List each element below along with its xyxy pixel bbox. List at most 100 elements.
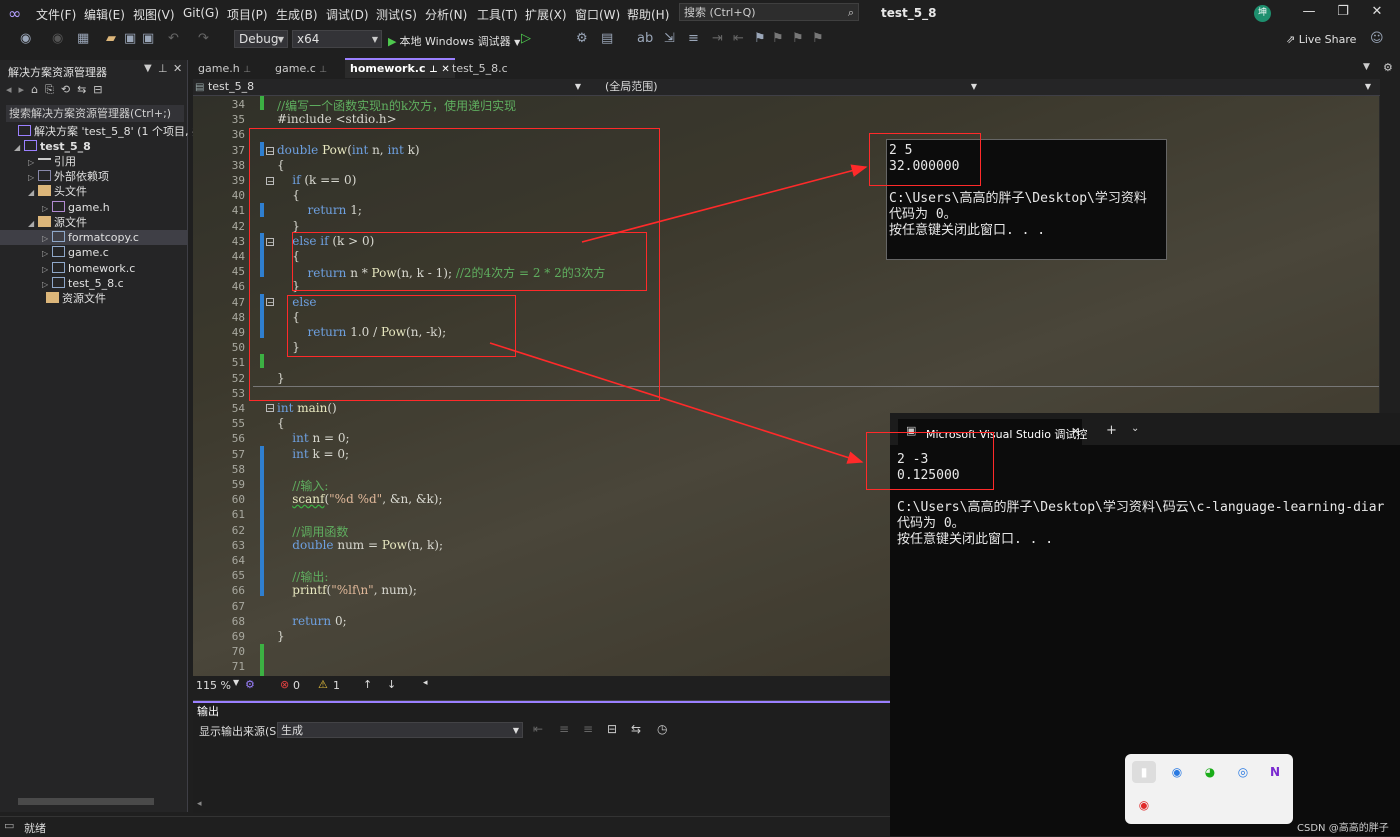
intellicode-icon[interactable]: ⚙ <box>245 678 255 691</box>
pin-icon[interactable]: ⊥ <box>243 65 251 75</box>
tab-game-c[interactable]: game.c ⊥ <box>270 60 332 78</box>
tab-test-5-8-c[interactable]: test_5_8.c <box>447 60 513 78</box>
expand-icon[interactable]: ▷ <box>42 231 52 246</box>
expand-icon[interactable]: ▷ <box>42 201 52 216</box>
fold-toggle-icon[interactable]: − <box>266 404 274 413</box>
tray-browser-icon[interactable]: ◉ <box>1165 761 1189 783</box>
pin-icon[interactable]: ⊥ <box>319 65 327 75</box>
menu-item[interactable]: 测试(S) <box>376 6 417 23</box>
code-line[interactable]: #include <stdio.h> <box>277 112 397 126</box>
feedback-icon[interactable]: ☺ <box>1370 31 1384 46</box>
menu-item[interactable]: 调试(D) <box>326 6 369 23</box>
menu-item[interactable]: 文件(F) <box>36 6 76 23</box>
close-window-button[interactable]: ✕ <box>1367 4 1387 19</box>
expand-icon[interactable]: ▷ <box>42 262 52 277</box>
tree-source-folder[interactable]: ◢ 源文件 <box>0 215 187 230</box>
open-folder-icon[interactable]: ▰ <box>106 31 116 46</box>
save-all-icon[interactable]: ▣ <box>142 31 154 46</box>
expand-icon[interactable]: ▷ <box>42 246 52 261</box>
output-source-select[interactable]: 生成 ▼ <box>277 722 523 738</box>
tree-file-test-5-8-c[interactable]: ▷ test_5_8.c <box>0 276 187 291</box>
zoom-dropdown-icon[interactable]: ▼ <box>233 678 239 687</box>
maximize-button[interactable]: ❐ <box>1333 4 1353 19</box>
avatar[interactable]: 坤 <box>1254 5 1271 22</box>
start-without-debugging-icon[interactable]: ▷ <box>521 31 531 46</box>
code-line[interactable]: { <box>277 416 285 430</box>
menu-item[interactable]: 分析(N) <box>425 6 467 23</box>
menu-item[interactable]: 帮助(H) <box>627 6 669 23</box>
history-icon[interactable]: ⟲ <box>61 83 70 96</box>
tree-project[interactable]: ◢ test_5_8 <box>0 139 187 154</box>
configuration-select[interactable]: Debug ▼ <box>234 30 288 48</box>
go-to-location-icon[interactable]: ⇤ <box>533 722 543 736</box>
dropdown-icon[interactable]: ▼ <box>144 63 152 74</box>
search-icon[interactable]: ⌕ <box>848 4 854 22</box>
tree-references[interactable]: ▷ 引用 <box>0 154 187 169</box>
back-icon[interactable]: ◂ <box>6 83 12 96</box>
tree-resource-folder[interactable]: 资源文件 <box>0 291 187 306</box>
code-line[interactable]: scanf("%d %d", &n, &k); <box>277 492 442 506</box>
timestamp-icon[interactable]: ◷ <box>657 722 667 736</box>
tray-search-icon[interactable]: ◎ <box>1231 761 1255 783</box>
error-icon[interactable]: ⊗ <box>280 678 289 691</box>
code-line[interactable]: int main() <box>277 401 337 415</box>
live-share-button[interactable]: ⇗ Live Share <box>1286 33 1356 46</box>
settings-icon[interactable]: ⚙ <box>1383 61 1393 74</box>
tray-wechat-icon[interactable]: ◕ <box>1198 761 1222 783</box>
menu-item[interactable]: 工具(T) <box>477 6 518 23</box>
undo-icon[interactable]: ↶ <box>168 31 179 46</box>
bookmark-icon[interactable]: ⚑ <box>754 31 766 46</box>
tree-file-formatcopy-c[interactable]: ▷ formatcopy.c <box>0 230 187 245</box>
close-panel-icon[interactable]: ✕ <box>173 62 182 75</box>
pin-icon[interactable]: ⊥ <box>158 62 168 75</box>
tree-header-folder[interactable]: ◢ 头文件 <box>0 184 187 199</box>
step-icon[interactable]: ⇲ <box>664 31 675 46</box>
sync-icon[interactable]: ⇆ <box>77 83 86 96</box>
menu-item[interactable]: 窗口(W) <box>575 6 620 23</box>
code-line[interactable]: printf("%lf\n", num); <box>277 583 417 597</box>
previous-issue-icon[interactable]: ↑ <box>363 678 372 691</box>
scroll-left-icon[interactable]: ◂ <box>197 799 202 809</box>
next-bookmark-icon[interactable]: ⚑ <box>792 31 804 46</box>
expand-icon[interactable]: ▷ <box>42 277 52 292</box>
tray-onenote-icon[interactable]: N <box>1263 761 1287 783</box>
horizontal-scrollbar[interactable] <box>18 798 154 805</box>
next-issue-icon[interactable]: ↓ <box>387 678 396 691</box>
menu-item[interactable]: 编辑(E) <box>84 6 125 23</box>
spell-check-icon[interactable]: ab <box>637 31 653 46</box>
clear-all-icon[interactable]: ⊟ <box>607 722 617 736</box>
menu-item[interactable]: 扩展(X) <box>525 6 567 23</box>
project-select[interactable]: ▤ test_5_8 ▼ <box>195 79 585 94</box>
tree-file-homework-c[interactable]: ▷ homework.c <box>0 261 187 276</box>
indent-icon[interactable]: ⇥ <box>712 31 723 46</box>
warning-icon[interactable]: ⚠ <box>318 678 328 691</box>
code-line[interactable]: double num = Pow(n, k); <box>277 538 443 552</box>
tab-homework-c[interactable]: homework.c ⊥ ✕ <box>345 58 455 78</box>
tab-game-h[interactable]: game.h ⊥ <box>193 60 256 78</box>
forward-icon[interactable]: ▸ <box>19 83 25 96</box>
forward-icon[interactable]: ◉ <box>52 31 63 46</box>
save-icon[interactable]: ▣ <box>124 31 136 46</box>
code-line[interactable]: } <box>277 629 285 643</box>
error-count[interactable]: 0 <box>293 679 300 692</box>
collapse-icon[interactable]: ⊟ <box>93 83 102 96</box>
pin-icon[interactable]: ⊥ <box>429 65 437 75</box>
search-input[interactable]: 搜索 (Ctrl+Q) ⌕ <box>679 3 859 21</box>
expand-icon[interactable]: ▷ <box>28 155 38 170</box>
scope-select[interactable]: (全局范围) ▼ <box>591 79 981 94</box>
clear-bookmarks-icon[interactable]: ⚑ <box>812 31 824 46</box>
menu-item[interactable]: 生成(B) <box>276 6 318 23</box>
tree-file-game-h[interactable]: ▷ game.h <box>0 200 187 215</box>
tray-app-icon[interactable]: ▮ <box>1132 761 1156 783</box>
browse-icon[interactable]: ⚙ <box>576 31 588 46</box>
close-tab-icon[interactable]: ✕ <box>1071 425 1080 438</box>
tree-external-deps[interactable]: ▷ 外部依赖项 <box>0 169 187 184</box>
code-line[interactable]: return 0; <box>277 614 346 628</box>
platform-select[interactable]: x64 ▼ <box>292 30 382 48</box>
redo-icon[interactable]: ↷ <box>198 31 209 46</box>
start-debugging-button[interactable]: ▶ 本地 Windows 调试器 ▼ <box>388 33 520 49</box>
prev-message-icon[interactable]: ≡ <box>559 722 569 736</box>
prev-bookmark-icon[interactable]: ⚑ <box>772 31 784 46</box>
expand-icon[interactable]: ◢ <box>14 140 24 155</box>
tab-overflow-icon[interactable]: ▼ <box>1363 62 1370 72</box>
